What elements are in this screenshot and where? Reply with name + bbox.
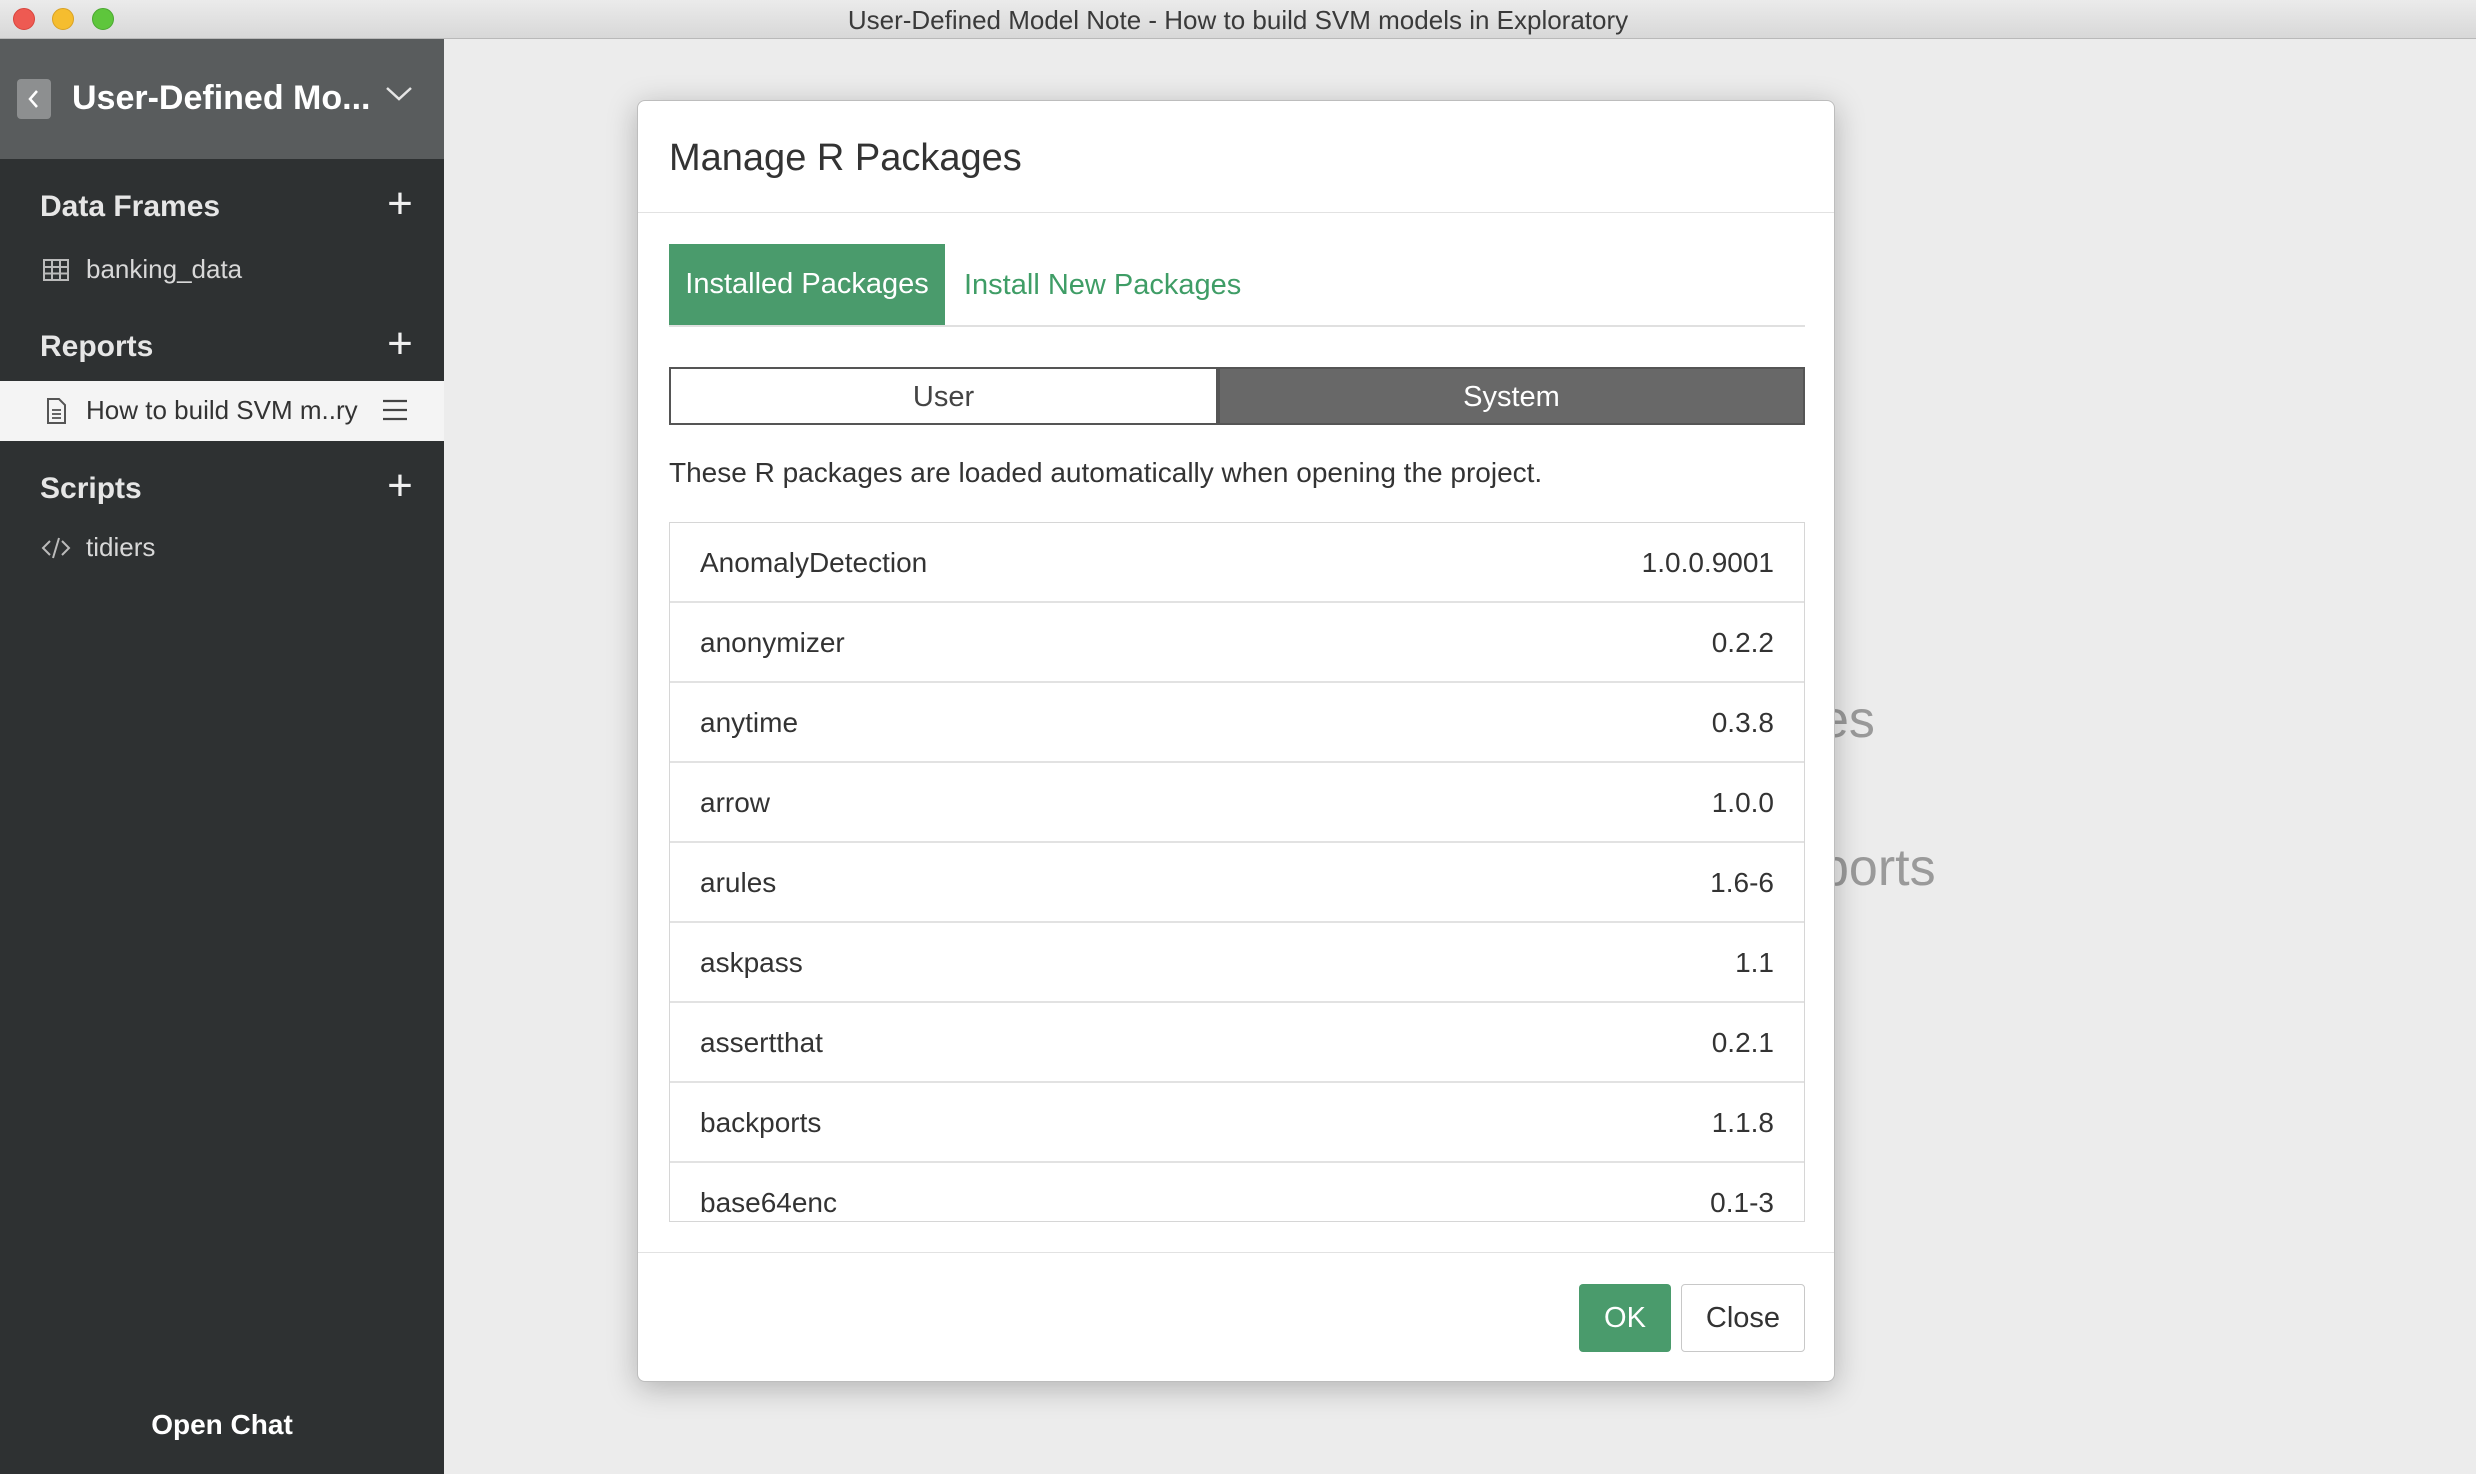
- sidebar-item-label: banking_data: [86, 254, 243, 284]
- package-version: 1.1: [1735, 947, 1774, 978]
- package-row: arrow 1.0.0: [670, 763, 1804, 843]
- package-row: backports 1.1.8: [670, 1083, 1804, 1163]
- chevron-down-icon[interactable]: [382, 79, 416, 109]
- divider: [638, 1252, 1834, 1253]
- sidebar-item-tidiers[interactable]: tidiers: [0, 518, 444, 578]
- package-version: 1.0.0.9001: [1641, 547, 1774, 578]
- package-row: anytime 0.3.8: [670, 683, 1804, 763]
- section-title-data-frames: Data Frames: [40, 190, 221, 223]
- package-version: 0.2.2: [1711, 627, 1774, 658]
- package-row: assertthat 0.2.1: [670, 1003, 1804, 1083]
- add-script-button[interactable]: +: [380, 464, 420, 508]
- dialog-title: Manage R Packages: [669, 137, 1022, 179]
- package-version: 1.0.0: [1711, 787, 1774, 818]
- package-version: 1.1.8: [1711, 1107, 1774, 1138]
- package-name: arrow: [700, 787, 771, 818]
- section-title-scripts: Scripts: [40, 472, 142, 505]
- package-name: backports: [700, 1107, 822, 1138]
- tab-install-new-packages[interactable]: Install New Packages: [964, 269, 1241, 302]
- package-name: anytime: [700, 707, 799, 738]
- sidebar-header: User-Defined Mo...: [0, 39, 444, 159]
- sidebar-item-report[interactable]: How to build SVM m..ry: [0, 381, 444, 441]
- table-icon: [43, 259, 69, 281]
- add-report-button[interactable]: +: [380, 322, 420, 366]
- sidebar-item-banking-data[interactable]: banking_data: [0, 240, 444, 300]
- package-row: arules 1.6-6: [670, 843, 1804, 923]
- project-name[interactable]: User-Defined Mo...: [72, 79, 370, 118]
- background-text: ports: [1820, 839, 1936, 897]
- window-titlebar: User-Defined Model Note - How to build S…: [0, 0, 2476, 39]
- ok-button[interactable]: OK: [1579, 1284, 1671, 1352]
- package-row: askpass 1.1: [670, 923, 1804, 1003]
- package-name: base64enc: [700, 1187, 838, 1218]
- package-name: askpass: [700, 947, 803, 978]
- close-button[interactable]: Close: [1681, 1284, 1805, 1352]
- package-name: assertthat: [700, 1027, 823, 1058]
- sidebar-item-label: How to build SVM m..ry: [86, 395, 358, 425]
- document-icon: [47, 398, 66, 424]
- tabs-divider: [669, 325, 1805, 327]
- chevron-left-icon: [28, 90, 38, 108]
- manage-packages-dialog: Manage R Packages Installed Packages Ins…: [637, 100, 1835, 1382]
- package-name: arules: [700, 867, 777, 898]
- back-button[interactable]: [17, 79, 51, 119]
- divider: [638, 212, 1834, 213]
- tab-installed-packages[interactable]: Installed Packages: [669, 244, 945, 325]
- window-title: User-Defined Model Note - How to build S…: [847, 5, 1629, 35]
- package-row: AnomalyDetection 1.0.0.9001: [670, 523, 1804, 603]
- section-title-reports: Reports: [40, 330, 154, 363]
- package-version: 0.2.1: [1711, 1027, 1774, 1058]
- sidebar-item-label: tidiers: [86, 532, 156, 562]
- add-data-frame-button[interactable]: +: [380, 182, 420, 226]
- menu-icon[interactable]: [381, 398, 409, 422]
- package-row: anonymizer 0.2.2: [670, 603, 1804, 683]
- package-name: AnomalyDetection: [700, 547, 928, 578]
- open-chat-button[interactable]: Open Chat: [0, 1409, 444, 1441]
- dialog-description: These R packages are loaded automaticall…: [669, 457, 1543, 488]
- package-row: base64enc 0.1-3: [670, 1163, 1804, 1221]
- package-name: anonymizer: [700, 627, 845, 658]
- package-version: 0.1-3: [1710, 1187, 1774, 1218]
- sidebar: User-Defined Mo... Data Frames + banking…: [0, 39, 444, 1474]
- segment-system[interactable]: System: [1218, 367, 1805, 425]
- package-version: 0.3.8: [1711, 707, 1774, 738]
- package-version: 1.6-6: [1710, 867, 1774, 898]
- code-icon: [41, 537, 71, 559]
- package-list[interactable]: AnomalyDetection 1.0.0.9001 anonymizer 0.2…: [669, 522, 1805, 1222]
- segment-user[interactable]: User: [669, 367, 1218, 425]
